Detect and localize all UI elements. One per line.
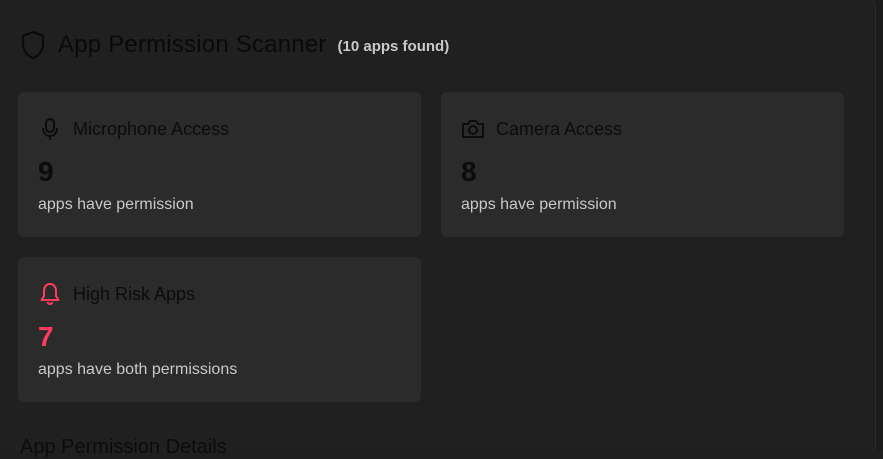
card-subtitle: apps have permission xyxy=(461,196,617,213)
scrollbar-track[interactable] xyxy=(876,0,883,450)
card-subtitle: apps have both permissions xyxy=(38,361,238,378)
high-risk-apps-card[interactable]: High Risk Apps 7 apps have both permissi… xyxy=(18,257,421,402)
microphone-access-card[interactable]: Microphone Access 9 apps have permission xyxy=(18,92,421,237)
bell-icon xyxy=(38,282,62,306)
card-subtitle: apps have permission xyxy=(38,196,194,213)
card-title: High Risk Apps xyxy=(73,283,196,304)
microphone-app-count: 9 xyxy=(38,156,54,187)
card-title: Microphone Access xyxy=(73,118,230,139)
camera-app-count: 8 xyxy=(461,156,477,187)
microphone-icon xyxy=(38,117,62,141)
camera-icon xyxy=(461,117,485,141)
camera-access-card[interactable]: Camera Access 8 apps have permission xyxy=(441,92,844,237)
page-title: App Permission Scanner xyxy=(58,31,327,58)
shield-icon xyxy=(20,30,46,60)
section-title: App Permission Details xyxy=(20,436,227,458)
apps-found-count: (10 apps found) xyxy=(337,37,450,55)
card-header: Camera Access xyxy=(461,117,622,141)
page-header: App Permission Scanner (10 apps found) xyxy=(20,30,449,60)
app-window: App Permission Scanner (10 apps found) M… xyxy=(0,0,876,458)
card-header: Microphone Access xyxy=(38,117,229,141)
card-title: Camera Access xyxy=(496,118,623,139)
card-header: High Risk Apps xyxy=(38,282,195,306)
high-risk-app-count: 7 xyxy=(38,321,54,352)
